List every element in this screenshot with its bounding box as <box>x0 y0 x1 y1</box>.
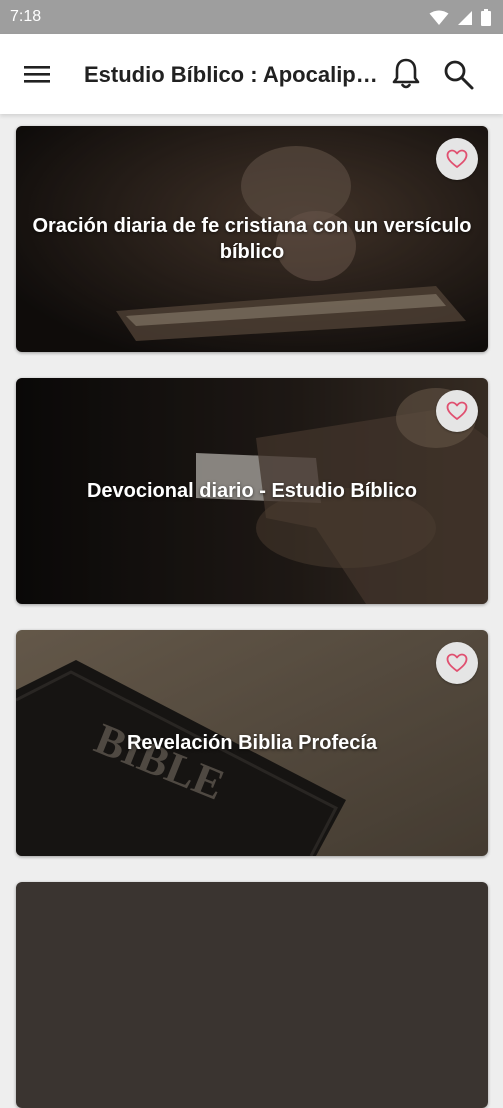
favorite-button[interactable] <box>436 642 478 684</box>
heart-outline-icon <box>446 653 468 672</box>
card-daily-prayer[interactable]: Oración diaria de fe cristiana con un ve… <box>16 126 488 352</box>
heart-outline-icon <box>446 401 468 420</box>
signal-icon <box>458 10 472 25</box>
menu-button[interactable] <box>22 60 54 88</box>
bell-icon <box>392 58 420 89</box>
status-time: 7:18 <box>10 8 42 25</box>
favorite-button[interactable] <box>436 138 478 180</box>
card-daily-devotional[interactable]: Devocional diario - Estudio Bíblico <box>16 378 488 604</box>
app-bar: Estudio Bíblico : Apocalipsis <box>0 34 503 114</box>
notifications-button[interactable] <box>389 56 423 92</box>
status-icons <box>429 9 491 26</box>
card-revelation-prophecy[interactable]: BIBLE Revelación Biblia Profecía <box>16 630 488 856</box>
heart-outline-icon <box>446 149 468 168</box>
card-title: Devocional diario - Estudio Bíblico <box>86 480 418 502</box>
page-title: Estudio Bíblico : Apocalipsis <box>84 62 380 87</box>
card-title: Revelación Biblia Profecía <box>126 732 378 754</box>
hamburger-menu-icon <box>24 66 50 83</box>
card-partial[interactable] <box>16 882 488 1108</box>
wifi-icon <box>429 10 449 25</box>
battery-icon <box>481 9 491 26</box>
card-title: Oración diaria de fe cristiana con un ve… <box>32 215 472 263</box>
card-image <box>16 882 488 1108</box>
status-bar: 7:18 <box>0 0 503 34</box>
search-icon <box>444 60 474 90</box>
favorite-button[interactable] <box>436 390 478 432</box>
search-button[interactable] <box>442 58 476 92</box>
